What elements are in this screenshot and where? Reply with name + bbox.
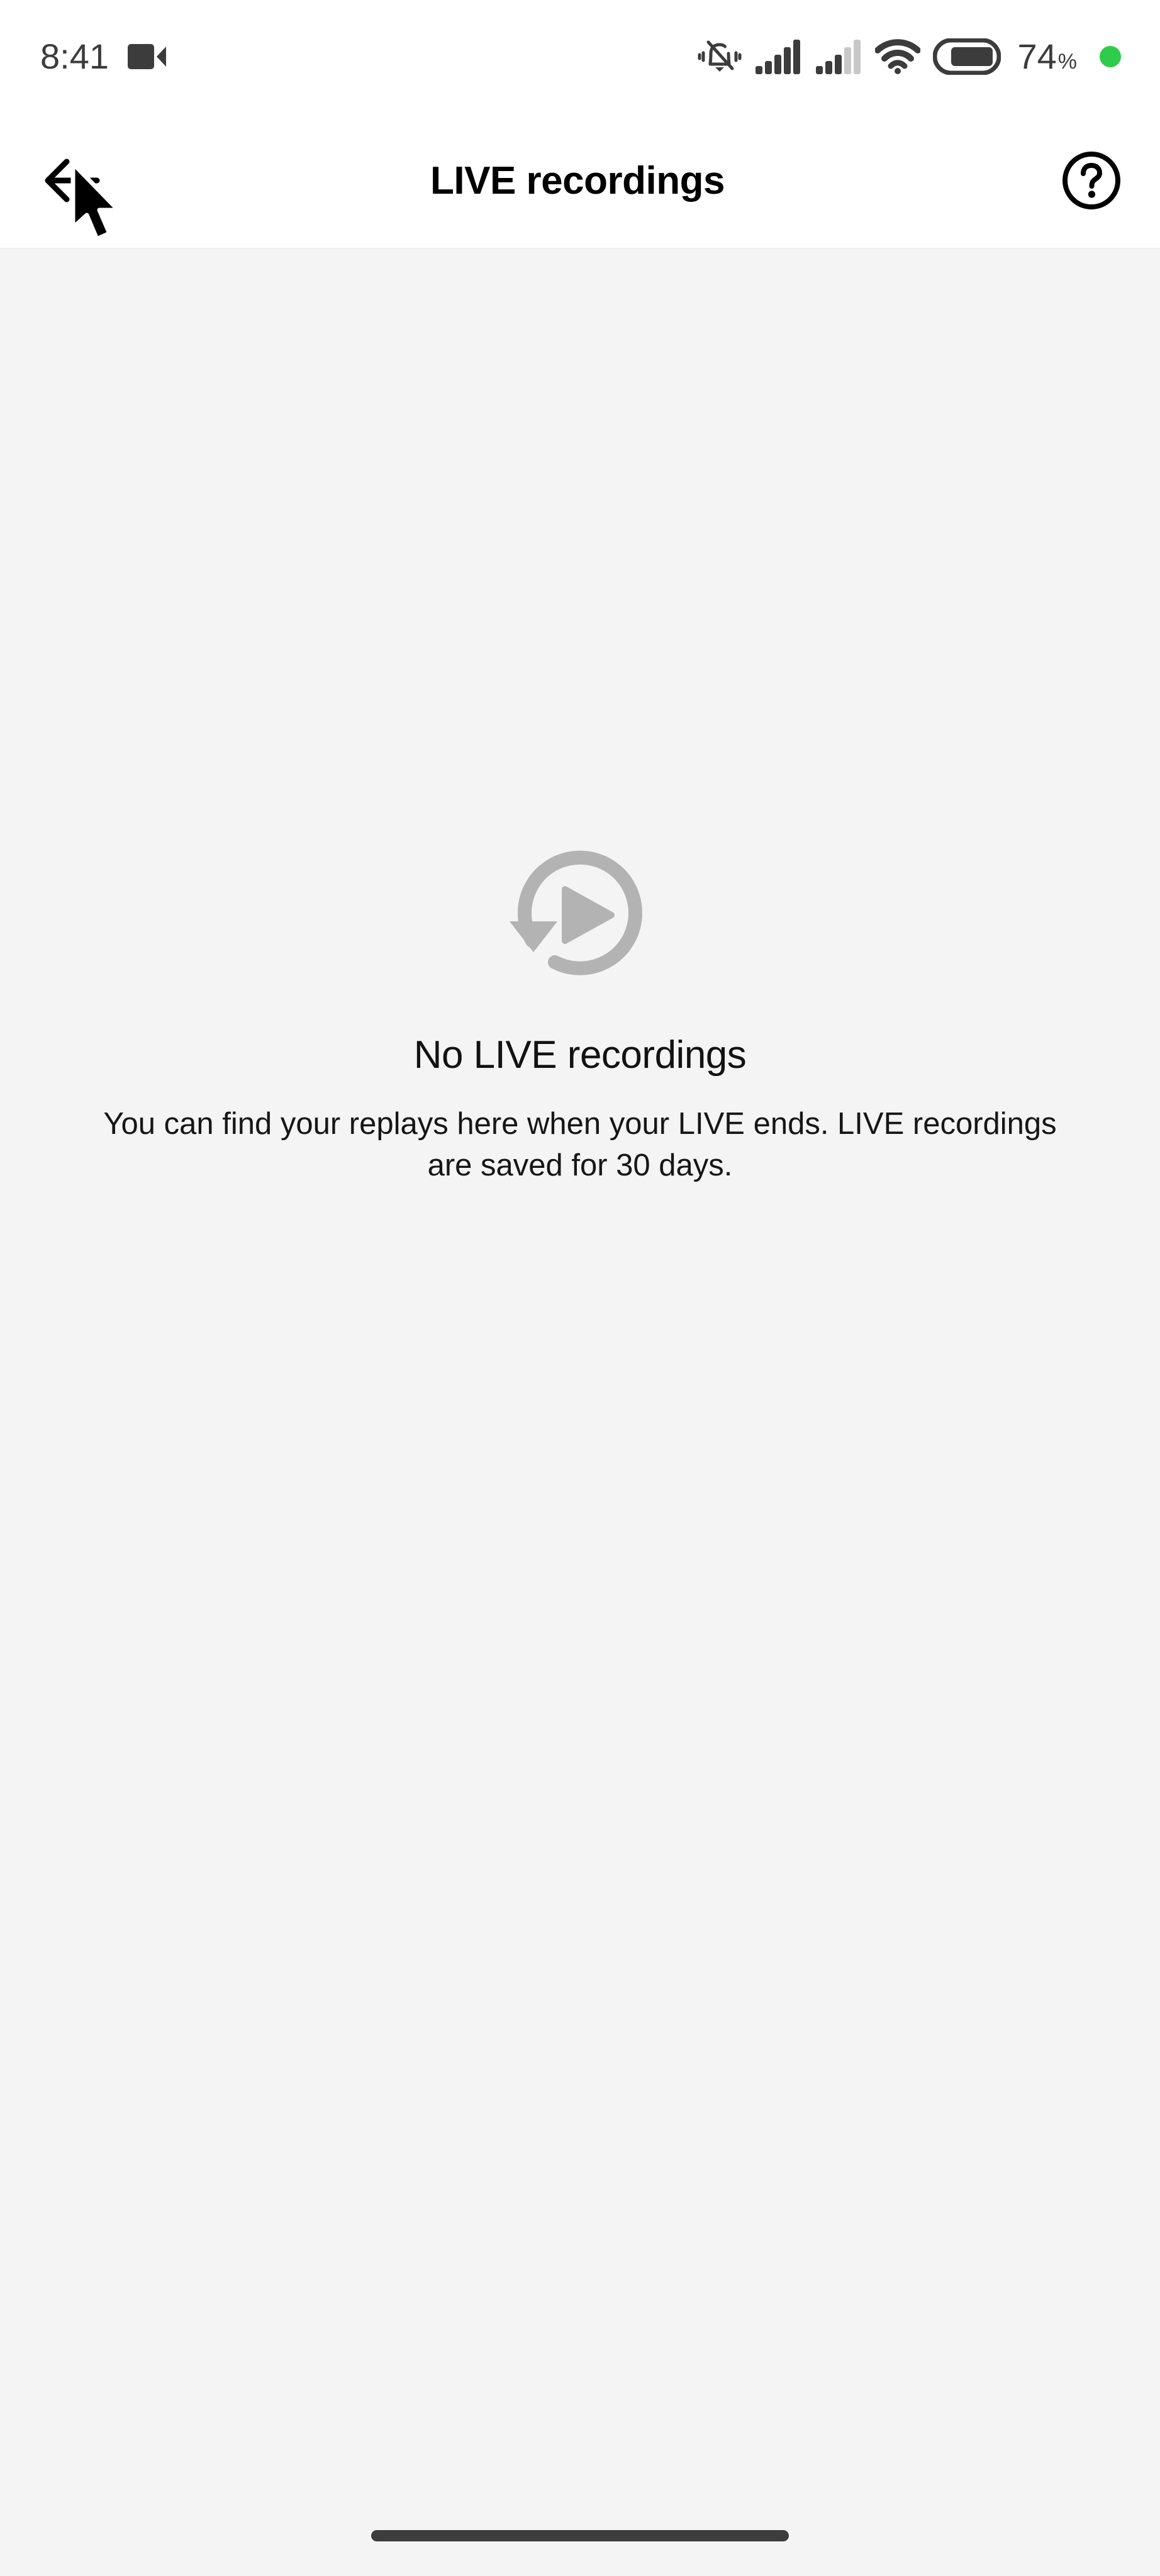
recording-indicator-dot	[1100, 46, 1121, 67]
empty-state: No LIVE recordings You can find your rep…	[0, 829, 1160, 1186]
back-button[interactable]	[39, 143, 114, 218]
page-title: LIVE recordings	[430, 158, 725, 203]
battery-percent-value: 74	[1017, 36, 1057, 76]
wifi-icon	[875, 38, 921, 75]
empty-state-title: No LIVE recordings	[413, 1033, 747, 1077]
battery-percent-sign: %	[1057, 50, 1077, 74]
battery-percent-label: 74%	[1017, 39, 1077, 74]
system-navigation-area	[0, 2484, 1160, 2576]
help-button[interactable]	[1047, 143, 1122, 218]
signal-bars-icon-2	[815, 38, 862, 75]
video-camera-icon	[128, 43, 167, 70]
status-bar: 8:41 74 %	[0, 0, 1160, 113]
arrow-left-icon	[39, 148, 104, 213]
help-circle-icon	[1061, 150, 1122, 211]
status-bar-left: 8:41	[40, 39, 167, 74]
phone-screen: 8:41 74 % LIVE recordings No LIVE record…	[0, 0, 1160, 2576]
content-area: No LIVE recordings You can find your rep…	[0, 249, 1160, 2576]
signal-bars-icon-1	[754, 38, 802, 75]
battery-icon	[933, 38, 1001, 75]
replay-icon	[494, 829, 666, 1000]
bell-off-vibrate-icon	[698, 37, 742, 76]
empty-state-description: You can find your replays here when your…	[103, 1107, 1057, 1182]
status-bar-right: 74%	[698, 37, 1121, 76]
status-bar-clock: 8:41	[40, 36, 109, 76]
app-bar: LIVE recordings	[0, 113, 1160, 249]
home-indicator-bar[interactable]	[371, 2530, 789, 2541]
